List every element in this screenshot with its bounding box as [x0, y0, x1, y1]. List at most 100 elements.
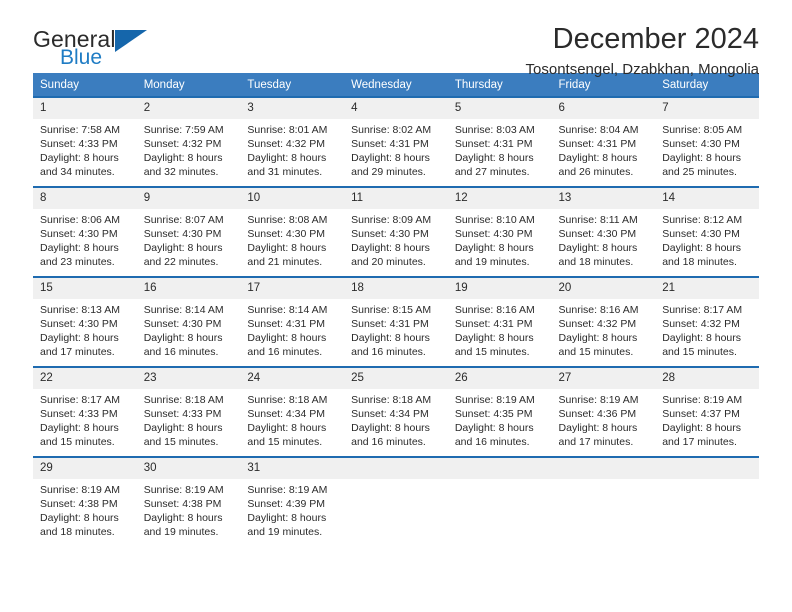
day-sun-info: Sunrise: 8:03 AM Sunset: 4:31 PM Daylight:… — [448, 119, 552, 179]
calendar-day-cell[interactable]: 9 Sunrise: 8:07 AM Sunset: 4:30 PM Daylight… — [136, 186, 241, 277]
day-sun-info: Sunrise: 8:13 AM Sunset: 4:30 PM Daylight:… — [33, 299, 137, 359]
calendar-day-cell[interactable]: 25 Sunrise: 8:18 AM Sunset: 4:34 PM Dayligh… — [344, 366, 448, 457]
calendar-day-cell[interactable]: 5 Sunrise: 8:03 AM Sunset: 4:31 PM Daylight… — [447, 96, 552, 187]
daylight-text-line2: and 21 minutes. — [247, 256, 323, 269]
day-cell-content: 16 Sunrise: 8:14 AM Sunset: 4:30 PM Dayligh… — [136, 278, 241, 366]
calendar-week-row: 15 Sunrise: 8:13 AM Sunset: 4:30 PM Dayligh… — [33, 276, 759, 367]
sunset-text: Sunset: 4:33 PM — [40, 138, 118, 151]
daylight-text-line1: Daylight: 8 hours — [662, 152, 742, 165]
sunrise-text: Sunrise: 8:18 AM — [351, 394, 432, 406]
day-number: 12 — [447, 188, 552, 209]
logo-general-blue[interactable]: General Blue — [33, 26, 253, 74]
calendar-day-cell[interactable]: 12 Sunrise: 8:10 AM Sunset: 4:30 PM Dayligh… — [447, 186, 552, 277]
calendar-day-cell[interactable]: 27 Sunrise: 8:19 AM Sunset: 4:36 PM Dayligh… — [551, 366, 656, 457]
daylight-text-line1: Daylight: 8 hours — [247, 152, 327, 165]
calendar-day-cell[interactable]: 11 Sunrise: 8:09 AM Sunset: 4:30 PM Dayligh… — [344, 186, 448, 277]
daylight-text-line1: Daylight: 8 hours — [40, 332, 119, 345]
daylight-text-line1: Daylight: 8 hours — [662, 242, 742, 255]
day-number: 8 — [33, 188, 137, 209]
day-cell-content: 12 Sunrise: 8:10 AM Sunset: 4:30 PM Dayligh… — [447, 188, 552, 276]
daylight-text-line1: Daylight: 8 hours — [454, 152, 534, 165]
calendar-day-cell[interactable]: 29 Sunrise: 8:19 AM Sunset: 4:38 PM Dayligh… — [33, 456, 137, 550]
calendar-day-cell[interactable]: 19 Sunrise: 8:16 AM Sunset: 4:31 PM Dayligh… — [447, 276, 552, 367]
daylight-text-line1: Daylight: 8 hours — [351, 422, 430, 435]
calendar-day-cell[interactable]: 7 Sunrise: 8:05 AM Sunset: 4:30 PM Daylight… — [655, 96, 759, 187]
calendar-day-cell[interactable]: 20 Sunrise: 8:16 AM Sunset: 4:32 PM Dayligh… — [551, 276, 656, 367]
daylight-text-line1: Daylight: 8 hours — [143, 242, 223, 255]
daylight-text-line1: Daylight: 8 hours — [558, 242, 638, 255]
daylight-text-line2: and 26 minutes. — [558, 166, 634, 179]
day-number: 6 — [551, 98, 656, 119]
sunset-text: Sunset: 4:39 PM — [247, 498, 326, 511]
calendar-day-cell[interactable]: 22 Sunrise: 8:17 AM Sunset: 4:33 PM Dayligh… — [33, 366, 137, 457]
daylight-text-line1: Daylight: 8 hours — [351, 332, 430, 345]
page-subtitle: Tosontsengel, Dzabkhan, Mongolia — [525, 61, 759, 78]
daylight-text-line2: and 22 minutes. — [143, 256, 219, 269]
sunset-text: Sunset: 4:35 PM — [454, 408, 533, 421]
sunrise-text: Sunrise: 8:02 AM — [351, 124, 432, 136]
calendar-day-cell[interactable]: 8 Sunrise: 8:06 AM Sunset: 4:30 PM Daylight… — [33, 186, 137, 277]
day-number — [344, 458, 448, 479]
calendar-day-cell[interactable]: 1 Sunrise: 7:58 AM Sunset: 4:33 PM Daylight… — [33, 96, 137, 187]
day-cell-content: 22 Sunrise: 8:17 AM Sunset: 4:33 PM Dayligh… — [33, 368, 137, 456]
day-sun-info: Sunrise: 8:17 AM Sunset: 4:33 PM Daylight:… — [33, 389, 137, 449]
calendar-day-cell[interactable]: 6 Sunrise: 8:04 AM Sunset: 4:31 PM Daylight… — [551, 96, 656, 187]
daylight-text-line1: Daylight: 8 hours — [662, 332, 742, 345]
sunset-text: Sunset: 4:31 PM — [454, 138, 533, 151]
sunrise-text: Sunrise: 8:14 AM — [143, 304, 224, 316]
calendar-day-cell[interactable]: 10 Sunrise: 8:08 AM Sunset: 4:30 PM Dayligh… — [240, 186, 345, 277]
sunrise-text: Sunrise: 8:03 AM — [454, 124, 535, 136]
day-cell-content: 7 Sunrise: 8:05 AM Sunset: 4:30 PM Daylight… — [655, 98, 759, 186]
daylight-text-line1: Daylight: 8 hours — [247, 512, 327, 525]
calendar-day-cell[interactable]: 15 Sunrise: 8:13 AM Sunset: 4:30 PM Dayligh… — [33, 276, 137, 367]
daylight-text-line1: Daylight: 8 hours — [40, 242, 119, 255]
calendar-day-cell[interactable]: 26 Sunrise: 8:19 AM Sunset: 4:35 PM Dayligh… — [447, 366, 552, 457]
daylight-text-line2: and 32 minutes. — [143, 166, 219, 179]
day-sun-info: Sunrise: 7:58 AM Sunset: 4:33 PM Daylight:… — [33, 119, 137, 179]
calendar-day-cell[interactable]: 18 Sunrise: 8:15 AM Sunset: 4:31 PM Dayligh… — [344, 276, 448, 367]
page-title: December 2024 — [552, 23, 759, 55]
day-number: 10 — [240, 188, 345, 209]
day-number — [655, 458, 759, 479]
day-sun-info: Sunrise: 8:16 AM Sunset: 4:32 PM Daylight:… — [552, 299, 656, 359]
day-number: 22 — [33, 368, 137, 389]
calendar-day-cell[interactable]: 2 Sunrise: 7:59 AM Sunset: 4:32 PM Daylight… — [136, 96, 241, 187]
calendar-day-cell[interactable]: 4 Sunrise: 8:02 AM Sunset: 4:31 PM Daylight… — [344, 96, 448, 187]
sunrise-text: Sunrise: 8:06 AM — [40, 214, 120, 226]
calendar-day-cell[interactable]: 3 Sunrise: 8:01 AM Sunset: 4:32 PM Daylight… — [240, 96, 345, 187]
calendar-day-cell[interactable]: 17 Sunrise: 8:14 AM Sunset: 4:31 PM Dayligh… — [240, 276, 345, 367]
sunrise-text: Sunrise: 8:15 AM — [351, 304, 432, 316]
day-cell-content: 25 Sunrise: 8:18 AM Sunset: 4:34 PM Dayligh… — [344, 368, 448, 456]
weekday-header-monday: Monday — [136, 73, 241, 97]
calendar-day-cell[interactable]: 21 Sunrise: 8:17 AM Sunset: 4:32 PM Dayligh… — [655, 276, 759, 367]
day-number: 4 — [344, 98, 448, 119]
calendar-day-cell[interactable]: 13 Sunrise: 8:11 AM Sunset: 4:30 PM Dayligh… — [551, 186, 656, 277]
day-sun-info: Sunrise: 8:10 AM Sunset: 4:30 PM Daylight:… — [448, 209, 552, 269]
day-cell-content: 31 Sunrise: 8:19 AM Sunset: 4:39 PM Dayligh… — [240, 458, 345, 550]
sunset-text: Sunset: 4:32 PM — [247, 138, 326, 151]
calendar-day-cell[interactable]: 24 Sunrise: 8:18 AM Sunset: 4:34 PM Dayligh… — [240, 366, 345, 457]
sunset-text: Sunset: 4:30 PM — [143, 318, 222, 331]
daylight-text-line2: and 18 minutes. — [558, 256, 634, 269]
day-number: 23 — [136, 368, 241, 389]
day-sun-info: Sunrise: 8:18 AM Sunset: 4:34 PM Daylight:… — [344, 389, 448, 449]
sunrise-text: Sunrise: 8:05 AM — [662, 124, 743, 136]
calendar-day-cell[interactable]: 23 Sunrise: 8:18 AM Sunset: 4:33 PM Dayligh… — [136, 366, 241, 457]
sunset-text: Sunset: 4:34 PM — [351, 408, 429, 421]
sunset-text: Sunset: 4:31 PM — [558, 138, 637, 151]
daylight-text-line2: and 34 minutes. — [40, 166, 115, 179]
calendar-day-cell[interactable]: 30 Sunrise: 8:19 AM Sunset: 4:38 PM Dayligh… — [136, 456, 241, 550]
calendar-day-cell[interactable]: 16 Sunrise: 8:14 AM Sunset: 4:30 PM Dayligh… — [136, 276, 241, 367]
day-cell-content: 3 Sunrise: 8:01 AM Sunset: 4:32 PM Daylight… — [240, 98, 345, 186]
daylight-text-line1: Daylight: 8 hours — [351, 242, 430, 255]
calendar-day-cell[interactable]: 28 Sunrise: 8:19 AM Sunset: 4:37 PM Dayligh… — [655, 366, 759, 457]
daylight-text-line2: and 15 minutes. — [558, 346, 634, 359]
logo-text-blue: Blue — [60, 46, 103, 69]
day-sun-info: Sunrise: 8:14 AM Sunset: 4:31 PM Daylight:… — [240, 299, 344, 359]
sunset-text: Sunset: 4:30 PM — [662, 138, 740, 151]
calendar-week-row: 22 Sunrise: 8:17 AM Sunset: 4:33 PM Dayligh… — [33, 366, 759, 457]
calendar-day-cell[interactable]: 14 Sunrise: 8:12 AM Sunset: 4:30 PM Dayligh… — [655, 186, 759, 277]
day-cell-content — [551, 458, 656, 550]
calendar-day-cell[interactable]: 31 Sunrise: 8:19 AM Sunset: 4:39 PM Dayligh… — [240, 456, 345, 550]
daylight-text-line1: Daylight: 8 hours — [143, 512, 223, 525]
